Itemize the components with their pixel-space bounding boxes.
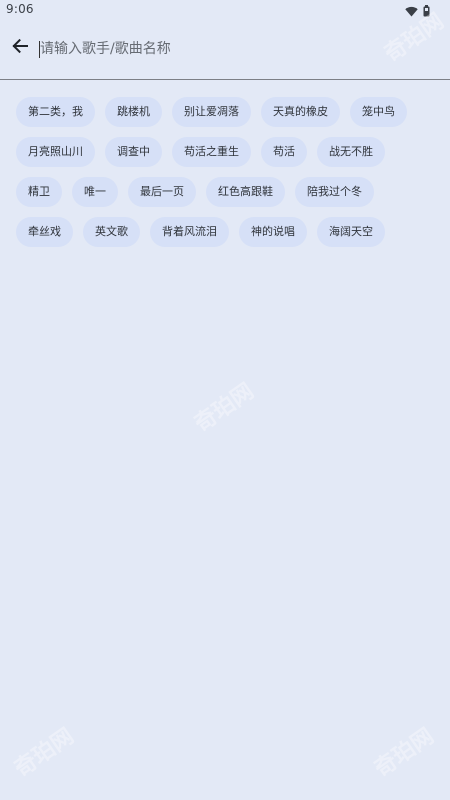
search-tag[interactable]: 精卫 xyxy=(16,177,62,207)
search-tag[interactable]: 神的说唱 xyxy=(239,217,307,247)
wifi-icon xyxy=(405,2,418,21)
search-tag[interactable]: 陪我过个冬 xyxy=(295,177,374,207)
tag-row: 第二类，我 跳楼机 别让爱凋落 天真的橡皮 笼中鸟 xyxy=(16,97,436,127)
search-tag[interactable]: 第二类，我 xyxy=(16,97,95,127)
tag-row: 精卫 唯一 最后一页 红色高跟鞋 陪我过个冬 xyxy=(16,177,436,207)
status-icons xyxy=(405,2,430,21)
search-tag[interactable]: 英文歌 xyxy=(83,217,140,247)
battery-icon xyxy=(423,2,430,21)
search-tag[interactable]: 苟活之重生 xyxy=(172,137,251,167)
search-tag[interactable]: 别让爱凋落 xyxy=(172,97,251,127)
tag-row: 牵丝戏 英文歌 背着风流泪 神的说唱 海阔天空 xyxy=(16,217,436,247)
search-bar xyxy=(0,20,450,80)
search-tag[interactable]: 背着风流泪 xyxy=(150,217,229,247)
text-cursor xyxy=(39,41,40,58)
watermark: 奇珀网 xyxy=(190,378,259,438)
search-tag[interactable]: 月亮照山川 xyxy=(16,137,95,167)
search-input[interactable] xyxy=(40,34,430,64)
status-bar: 9:06 xyxy=(0,0,450,20)
arrow-left-icon xyxy=(11,37,29,59)
search-tag[interactable]: 跳楼机 xyxy=(105,97,162,127)
hot-search-tags: 第二类，我 跳楼机 别让爱凋落 天真的橡皮 笼中鸟 月亮照山川 调查中 苟活之重生 苟活 战无不胜… xyxy=(16,97,436,257)
search-tag[interactable]: 红色高跟鞋 xyxy=(206,177,285,207)
back-button[interactable] xyxy=(6,34,34,62)
watermark: 奇珀网 xyxy=(370,723,439,783)
search-tag[interactable]: 天真的橡皮 xyxy=(261,97,340,127)
search-tag[interactable]: 最后一页 xyxy=(128,177,196,207)
search-tag[interactable]: 调查中 xyxy=(105,137,162,167)
search-tag[interactable]: 牵丝戏 xyxy=(16,217,73,247)
search-tag[interactable]: 战无不胜 xyxy=(317,137,385,167)
status-time: 9:06 xyxy=(6,2,34,16)
search-tag[interactable]: 海阔天空 xyxy=(317,217,385,247)
search-tag[interactable]: 笼中鸟 xyxy=(350,97,407,127)
search-tag[interactable]: 苟活 xyxy=(261,137,307,167)
tag-row: 月亮照山川 调查中 苟活之重生 苟活 战无不胜 xyxy=(16,137,436,167)
watermark: 奇珀网 xyxy=(10,723,79,783)
search-tag[interactable]: 唯一 xyxy=(72,177,118,207)
